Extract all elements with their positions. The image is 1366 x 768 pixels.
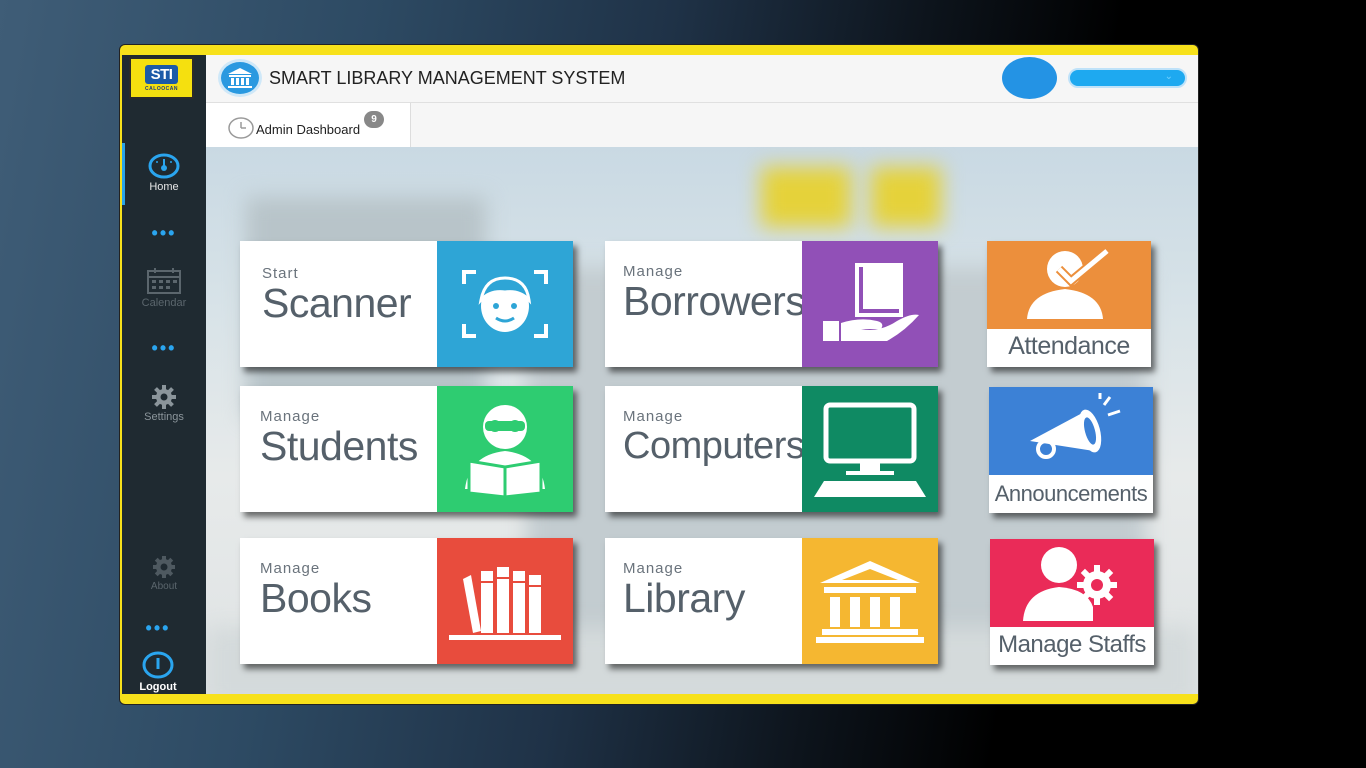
tile-title: Students [260,423,418,469]
sidebar-label-about: About [150,581,178,592]
tile-label: Manage Staffs [998,631,1146,658]
tile-title: Library [623,575,745,621]
calendar-icon [147,268,181,294]
books-icon [437,538,573,664]
sidebar-label-home: Home [149,181,179,193]
tile-text: Start Scanner [262,265,412,326]
sidebar-label-settings: Settings [144,411,184,423]
tile-label: Announcements [994,481,1148,506]
sidebar-item-calendar[interactable]: Calendar [122,267,206,309]
tile-start-scanner[interactable]: Start Scanner [240,241,573,367]
gauge-icon [148,153,180,179]
chevron-down-icon: ⌄ [1164,71,1173,82]
face-scan-icon [437,241,573,367]
megaphone-icon [989,387,1153,475]
book-hand-icon [802,241,938,367]
tile-manage-books[interactable]: Manage Books [240,538,573,664]
dashboard-content: Start Scanner Manage Borrowers Manage St… [206,147,1198,694]
tab-strip: Admin Dashboard 9 [206,103,1198,147]
tile-title: Computers [623,425,805,467]
dots-separator: ••• [145,618,171,638]
library-building-icon [802,538,938,664]
sidebar: STI CALOOCAN Home ••• Calendar ••• Setti… [122,55,206,694]
tile-manage-library[interactable]: Manage Library [605,538,938,664]
sidebar-item-about[interactable]: About [122,555,206,592]
user-dropdown[interactable]: ⌄ [1068,68,1187,88]
gear-icon [152,385,176,409]
computer-icon [802,386,938,512]
attendance-check-icon [987,241,1151,329]
tile-announcements[interactable]: Announcements [989,387,1153,513]
tile-title: Books [260,575,372,621]
staff-gear-icon [990,539,1154,627]
tile-attendance[interactable]: Attendance [987,241,1151,367]
tile-subtitle: Manage [623,408,684,425]
background-sign [761,167,851,227]
user-avatar[interactable] [1002,57,1057,99]
tab-admin-dashboard[interactable]: Admin Dashboard 9 [206,103,411,147]
app-header: SMART LIBRARY MANAGEMENT SYSTEM ⌄ [206,55,1198,103]
dots-separator: ••• [151,338,177,358]
tile-text: Manage Borrowers [623,263,806,324]
tile-text: Manage Books [260,560,372,621]
tile-manage-borrowers[interactable]: Manage Borrowers [605,241,938,367]
tile-manage-students[interactable]: Manage Students [240,386,573,512]
tab-label: Admin Dashboard [256,122,361,137]
tile-title: Scanner [262,280,412,326]
sidebar-item-logout[interactable]: Logout [122,651,200,693]
tile-manage-staffs[interactable]: Manage Staffs [990,539,1154,665]
tile-label: Attendance [1008,332,1130,360]
tab-badge: 9 [364,111,384,128]
tile-text: Manage Library [623,560,745,619]
sti-logo: STI CALOOCAN [129,57,194,99]
library-brand-icon [218,59,262,97]
tile-text: Manage Computers [623,408,805,467]
tile-title: Borrowers [623,278,806,324]
logo-text: STI [144,64,179,84]
clock-icon [228,117,254,139]
background-sign [871,167,941,227]
sidebar-label-calendar: Calendar [141,297,187,309]
logo-subtext: CALOOCAN [145,85,178,92]
app-window: STI CALOOCAN Home ••• Calendar ••• Setti… [122,55,1198,694]
sidebar-item-home[interactable]: Home [122,153,206,193]
tile-text: Manage Students [260,408,418,467]
app-title: SMART LIBRARY MANAGEMENT SYSTEM [269,68,626,88]
tile-manage-computers[interactable]: Manage Computers [605,386,938,512]
student-reading-icon [437,386,573,512]
power-icon [142,651,174,679]
sidebar-label-logout: Logout [139,681,177,693]
sidebar-item-settings[interactable]: Settings [122,385,206,423]
about-icon [153,556,175,578]
dots-separator: ••• [151,223,177,243]
